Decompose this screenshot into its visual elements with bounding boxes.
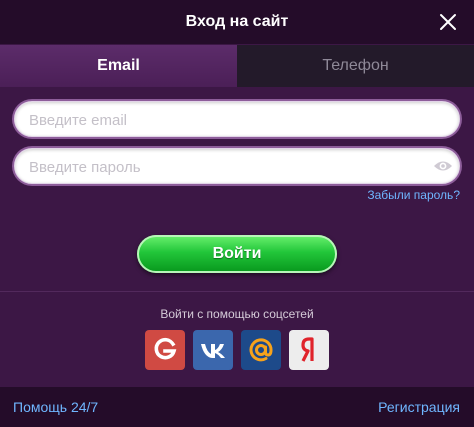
social-login-label: Войти с помощью соцсетей (160, 307, 314, 321)
password-field[interactable] (14, 148, 460, 185)
mail-ru-icon (241, 330, 281, 370)
email-field[interactable] (14, 101, 460, 138)
google-icon (145, 330, 185, 370)
vk-login-button[interactable] (193, 330, 233, 370)
password-input[interactable] (27, 149, 431, 185)
modal-title: Вход на сайт (185, 13, 289, 30)
google-login-button[interactable] (145, 330, 185, 370)
modal-footer: Помощь 24/7 Регистрация (0, 387, 474, 427)
eye-icon[interactable] (433, 157, 453, 175)
tab-email[interactable]: Email (0, 45, 237, 87)
modal-header: Вход на сайт (0, 0, 474, 44)
tab-phone[interactable]: Телефон (237, 45, 474, 87)
forgot-password-link[interactable]: Забыли пароль? (367, 188, 460, 202)
register-link[interactable]: Регистрация (378, 399, 460, 415)
login-button[interactable]: Войти (137, 235, 337, 273)
login-method-tabs: Email Телефон (0, 45, 474, 87)
mail-ru-login-button[interactable] (241, 330, 281, 370)
divider (0, 291, 474, 292)
email-input[interactable] (27, 102, 431, 138)
login-modal: Вход на сайт Email Телефон Забыли пароль… (0, 0, 474, 427)
vk-icon (193, 330, 233, 370)
close-icon[interactable] (436, 10, 460, 34)
yandex-login-button[interactable] (289, 330, 329, 370)
yandex-icon (289, 330, 329, 370)
help-link[interactable]: Помощь 24/7 (13, 399, 98, 415)
